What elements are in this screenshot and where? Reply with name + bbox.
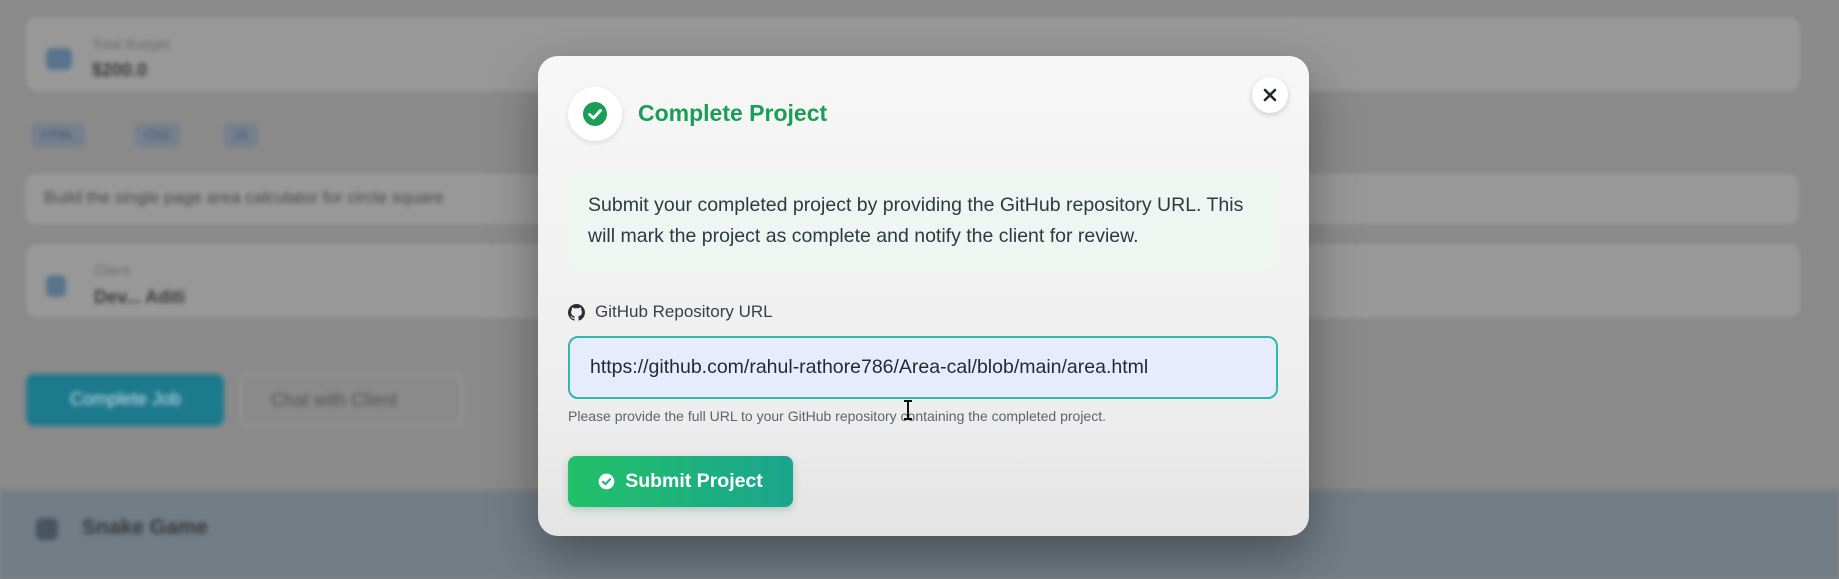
project-icon: [36, 518, 58, 540]
github-url-input[interactable]: [568, 336, 1278, 399]
next-project-title: Snake Game: [82, 516, 209, 539]
close-button[interactable]: [1252, 77, 1288, 113]
check-circle-icon: [598, 473, 615, 490]
complete-project-modal: Complete Project Submit your completed p…: [538, 56, 1309, 536]
client-label: Client: [94, 262, 130, 278]
budget-label: Total Budget: [92, 36, 170, 52]
submit-project-label: Submit Project: [625, 470, 763, 492]
header-icon-badge: [568, 87, 622, 141]
budget-icon: [46, 48, 72, 70]
close-icon: [1263, 88, 1277, 102]
modal-title: Complete Project: [638, 100, 828, 126]
github-icon: [568, 303, 585, 321]
tag-js: JS: [224, 123, 259, 147]
client-icon: [46, 275, 66, 297]
description-text: Build the single page area calculator fo…: [44, 188, 444, 207]
check-circle-icon: [583, 102, 607, 126]
info-message: Submit your completed project by providi…: [568, 172, 1278, 271]
tag-html: HTML: [32, 123, 85, 147]
budget-value: $200.0: [92, 60, 148, 80]
submit-project-button[interactable]: Submit Project: [568, 456, 793, 507]
field-label-row: GitHub Repository URL: [568, 302, 773, 322]
chat-with-client-button[interactable]: Chat with Client: [240, 374, 462, 426]
complete-job-button[interactable]: Complete Job: [26, 374, 224, 426]
text-cursor-icon: [904, 400, 912, 420]
github-url-label: GitHub Repository URL: [595, 302, 773, 321]
client-value: Dev... Aditi: [94, 287, 186, 307]
helper-text: Please provide the full URL to your GitH…: [568, 408, 1106, 424]
tag-css: CSS: [135, 123, 180, 147]
